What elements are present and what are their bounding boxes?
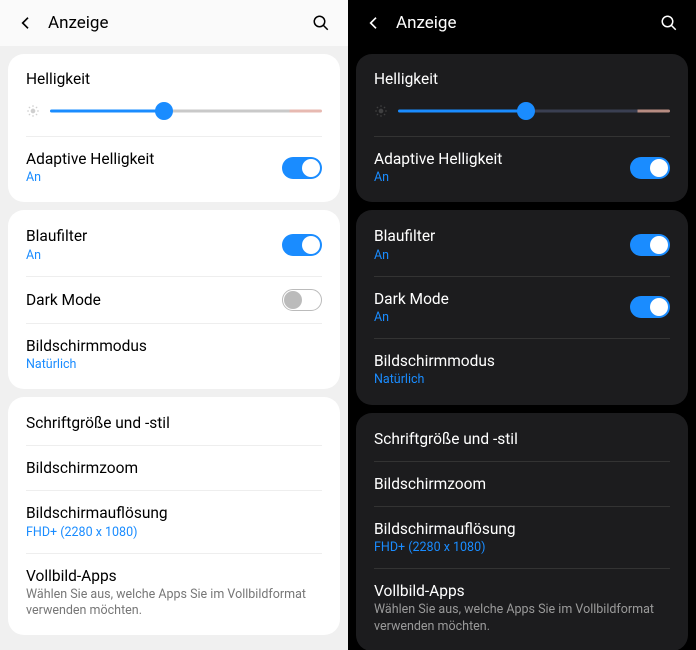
display-options-card: Blaufilter An Dark Mode An Bildschirmmod… (356, 210, 688, 404)
screenmode-row[interactable]: Bildschirmmodus Natürlich (8, 324, 340, 385)
fontstyle-row[interactable]: Schriftgröße und -stil (8, 401, 340, 445)
zoom-label: Bildschirmzoom (26, 458, 322, 478)
screenmode-value: Natürlich (26, 357, 322, 373)
zoom-row[interactable]: Bildschirmzoom (8, 446, 340, 490)
resolution-label: Bildschirmauflösung (374, 519, 670, 539)
darkmode-label: Dark Mode (26, 290, 282, 310)
bluefilter-row[interactable]: Blaufilter An (356, 214, 688, 275)
bluefilter-label: Blaufilter (374, 226, 630, 246)
fullscreen-row[interactable]: Vollbild-Apps Wählen Sie aus, welche App… (8, 554, 340, 632)
screenmode-label: Bildschirmmodus (26, 336, 322, 356)
topbar: Anzeige (348, 0, 696, 46)
bluefilter-label: Blaufilter (26, 226, 282, 246)
darkmode-row[interactable]: Dark Mode An (356, 277, 688, 338)
brightness-card: Helligkeit Adaptive Helligkeit An (356, 54, 688, 202)
darkmode-state: An (374, 310, 630, 326)
brightness-label: Helligkeit (374, 70, 670, 88)
brightness-slider[interactable] (50, 102, 322, 120)
brightness-label: Helligkeit (26, 70, 322, 88)
brightness-section: Helligkeit (8, 58, 340, 136)
adaptive-state: An (374, 170, 630, 186)
back-icon[interactable] (18, 15, 34, 31)
resolution-row[interactable]: Bildschirmauflösung FHD+ (2280 x 1080) (8, 491, 340, 552)
sun-icon (374, 104, 388, 118)
resolution-value: FHD+ (2280 x 1080) (374, 540, 670, 556)
page-title: Anzeige (34, 13, 109, 33)
screenmode-label: Bildschirmmodus (374, 351, 670, 371)
search-icon[interactable] (312, 14, 330, 32)
adaptive-label: Adaptive Helligkeit (374, 149, 630, 169)
slider-thumb[interactable] (517, 102, 535, 120)
bluefilter-toggle[interactable] (282, 234, 322, 256)
brightness-card: Helligkeit Adaptive Helligkeit An (8, 54, 340, 202)
sun-icon (26, 104, 40, 118)
adaptive-state: An (26, 170, 282, 186)
brightness-section: Helligkeit (356, 58, 688, 136)
adaptive-brightness-row[interactable]: Adaptive Helligkeit An (356, 137, 688, 198)
extras-card: Schriftgröße und -stil Bildschirmzoom Bi… (356, 413, 688, 650)
light-theme-pane: Anzeige Helligkeit Adaptive Helligkeit (0, 0, 348, 650)
bluefilter-state: An (374, 248, 630, 264)
adaptive-toggle[interactable] (630, 157, 670, 179)
resolution-label: Bildschirmauflösung (26, 503, 322, 523)
bluefilter-state: An (26, 248, 282, 264)
darkmode-toggle[interactable] (282, 289, 322, 311)
extras-card: Schriftgröße und -stil Bildschirmzoom Bi… (8, 397, 340, 635)
brightness-slider[interactable] (398, 102, 670, 120)
adaptive-brightness-row[interactable]: Adaptive Helligkeit An (8, 137, 340, 198)
adaptive-toggle[interactable] (282, 157, 322, 179)
dark-theme-pane: Anzeige Helligkeit Adaptive Helligkeit (348, 0, 696, 650)
fullscreen-desc: Wählen Sie aus, welche Apps Sie im Vollb… (26, 587, 322, 620)
search-icon[interactable] (660, 14, 678, 32)
page-title: Anzeige (382, 13, 457, 33)
fontstyle-label: Schriftgröße und -stil (374, 429, 670, 449)
bluefilter-toggle[interactable] (630, 234, 670, 256)
resolution-value: FHD+ (2280 x 1080) (26, 525, 322, 541)
adaptive-label: Adaptive Helligkeit (26, 149, 282, 169)
darkmode-row[interactable]: Dark Mode (8, 277, 340, 323)
screenmode-value: Natürlich (374, 372, 670, 388)
zoom-label: Bildschirmzoom (374, 474, 670, 494)
darkmode-label: Dark Mode (374, 289, 630, 309)
fontstyle-row[interactable]: Schriftgröße und -stil (356, 417, 688, 461)
screenmode-row[interactable]: Bildschirmmodus Natürlich (356, 339, 688, 400)
bluefilter-row[interactable]: Blaufilter An (8, 214, 340, 275)
fontstyle-label: Schriftgröße und -stil (26, 413, 322, 433)
slider-thumb[interactable] (155, 102, 173, 120)
fullscreen-label: Vollbild-Apps (374, 581, 670, 601)
topbar: Anzeige (0, 0, 348, 46)
resolution-row[interactable]: Bildschirmauflösung FHD+ (2280 x 1080) (356, 507, 688, 568)
display-options-card: Blaufilter An Dark Mode Bildschirmmodus … (8, 210, 340, 389)
zoom-row[interactable]: Bildschirmzoom (356, 462, 688, 506)
fullscreen-desc: Wählen Sie aus, welche Apps Sie im Vollb… (374, 602, 670, 635)
fullscreen-row[interactable]: Vollbild-Apps Wählen Sie aus, welche App… (356, 569, 688, 647)
fullscreen-label: Vollbild-Apps (26, 566, 322, 586)
darkmode-toggle[interactable] (630, 296, 670, 318)
back-icon[interactable] (366, 15, 382, 31)
